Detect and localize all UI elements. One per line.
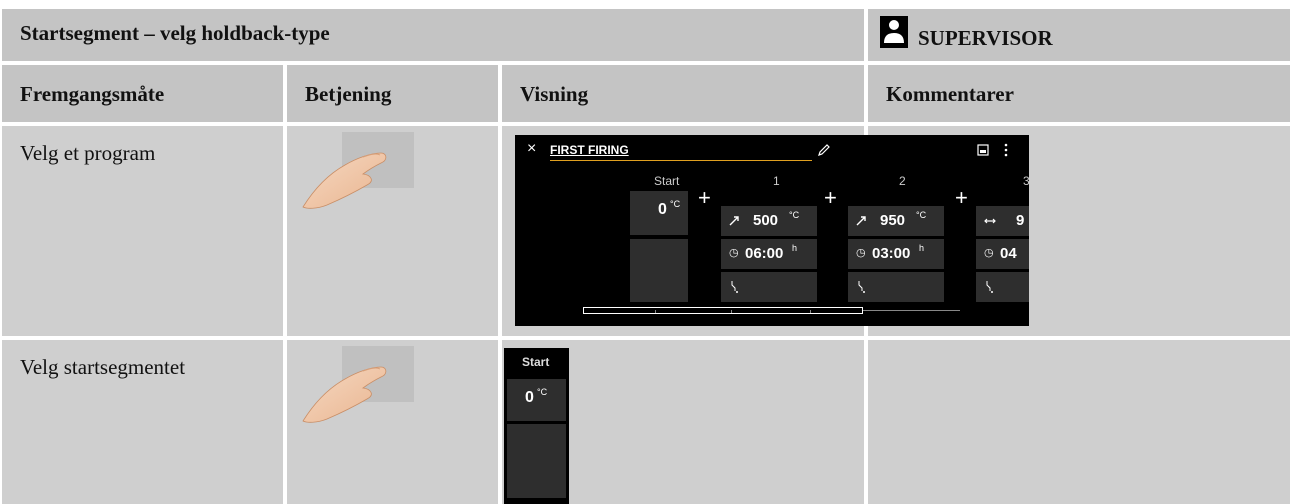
segment-2-temp[interactable]: 950 °C (848, 206, 944, 236)
role-label: SUPERVISOR (918, 26, 1053, 50)
segment-start-temp[interactable]: 0 °C (630, 191, 688, 235)
dwell-icon (984, 218, 996, 224)
touch-hand-icon (302, 346, 414, 423)
segment-scrollbar[interactable] (583, 307, 863, 314)
segment-1-label: 1 (773, 174, 780, 188)
table-title: Startsegment – velg holdback-type (20, 21, 330, 45)
segment-start-holdback[interactable] (507, 424, 566, 498)
role-cell: SUPERVISOR (868, 9, 1290, 61)
segment-3-time[interactable]: ◷ 04 (976, 239, 1029, 269)
holdback-icon (986, 281, 993, 293)
segment-start-temp[interactable]: 0 °C (507, 379, 566, 421)
scrollbar-divider (731, 310, 732, 313)
holdback-icon (731, 281, 738, 293)
segment-3-temp[interactable]: 9 (976, 206, 1029, 236)
operation-cell (287, 340, 498, 504)
segment-1-time[interactable]: ◷ 06:00 h (721, 239, 817, 269)
program-name[interactable]: FIRST FIRING (550, 143, 629, 157)
more-vert-icon[interactable] (1003, 143, 1009, 157)
segment-1-temp[interactable]: 500 °C (721, 206, 817, 236)
column-header-operation: Betjening (287, 65, 498, 122)
program-name-underline (550, 160, 812, 161)
clock-icon: ◷ (729, 247, 739, 259)
close-icon[interactable]: × (527, 140, 536, 158)
pencil-icon[interactable] (817, 143, 831, 157)
step-text: Velg startsegmentet (20, 355, 186, 379)
table-row: Velg startsegmentet (2, 340, 283, 504)
ramp-up-icon (856, 216, 866, 226)
segment-2-label: 2 (899, 174, 906, 188)
step-text: Velg et program (20, 141, 156, 165)
table-row: Velg et program (2, 126, 283, 336)
segment-start-label: Start (522, 355, 550, 369)
clock-icon: ◷ (856, 247, 866, 259)
add-segment-plus[interactable]: + (698, 185, 711, 211)
column-header-display: Visning (502, 65, 864, 122)
instruction-table: Startsegment – velg holdback-type SUPERV… (0, 0, 1292, 504)
scrollbar-divider (810, 310, 811, 313)
scrollbar-track (863, 310, 960, 311)
add-segment-plus[interactable]: + (824, 185, 837, 211)
save-icon[interactable] (977, 144, 989, 156)
comment-cell (868, 340, 1290, 504)
holdback-icon (858, 281, 865, 293)
touch-hand-icon (302, 132, 414, 209)
segment-3-holdback[interactable] (976, 272, 1029, 302)
clock-icon: ◷ (984, 247, 994, 259)
ramp-up-icon (729, 216, 739, 226)
column-header-procedure: Fremgangsmåte (2, 65, 283, 122)
operation-cell (287, 126, 498, 336)
program-screen: × FIRST FIRING Start 0 °C + 1 500 °C ◷ 0… (515, 135, 1029, 326)
segment-3-label: 3 (1023, 174, 1029, 188)
add-segment-plus[interactable]: + (955, 185, 968, 211)
segment-start-label: Start (654, 174, 680, 188)
table-title-cell: Startsegment – velg holdback-type (2, 9, 864, 61)
scrollbar-divider (655, 310, 656, 313)
column-header-comments: Kommentarer (868, 65, 1290, 122)
user-icon (880, 16, 908, 48)
display-cell: Start 0 °C (502, 340, 864, 504)
segment-1-holdback[interactable] (721, 272, 817, 302)
segment-2-holdback[interactable] (848, 272, 944, 302)
segment-start-holdback[interactable] (630, 239, 688, 302)
segment-2-time[interactable]: ◷ 03:00 h (848, 239, 944, 269)
start-segment-screen: Start 0 °C (504, 348, 569, 504)
